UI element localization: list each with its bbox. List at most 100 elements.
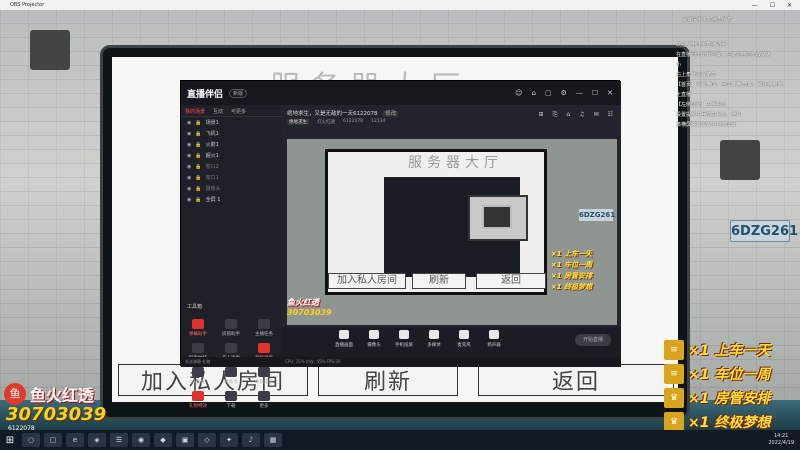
task-item: ♛ ×1 房管安排	[664, 386, 800, 409]
scene-item[interactable]: ◉ 🔒 窗口2	[181, 161, 281, 172]
channel-badge: 鱼 鱼火红透 30703039 6122078	[4, 382, 174, 432]
preview-badge: 鱼火红透 30703039	[287, 297, 332, 317]
phone-cast-button[interactable]: 手机投屏	[391, 330, 417, 348]
eye-icon[interactable]: ◉	[187, 164, 191, 170]
tool-icon	[192, 319, 204, 329]
task-badge-icon: ♛	[664, 411, 684, 432]
taskbar-app-icon[interactable]: ☰	[110, 433, 128, 447]
scene-item[interactable]: ◉ 🔒 窗口1	[181, 172, 281, 183]
taskbar-app-icon[interactable]: ◇	[198, 433, 216, 447]
speaker-button[interactable]: 扬声器	[481, 330, 507, 348]
main-toolbar-icon[interactable]: ⊞	[539, 111, 544, 119]
tool-item[interactable]: 房管助手	[216, 319, 246, 341]
chat-overlay: 欢迎使用斗鱼直播助手 在直播间里所有位置，左键拉伸边框改变大小右上角有设置菜单 【首…	[676, 40, 800, 130]
taskbar-app-icon[interactable]: ◉	[132, 433, 150, 447]
tool-label: 更多	[259, 404, 269, 409]
eye-icon[interactable]: ◉	[187, 131, 191, 137]
eye-icon[interactable]: ◉	[187, 142, 191, 148]
maximize-button[interactable]: ☐	[770, 2, 775, 9]
mic-button[interactable]: 麦克风	[451, 330, 477, 348]
lock-icon[interactable]: 🔒	[195, 164, 201, 170]
taskbar-app-icon[interactable]: ◈	[88, 433, 106, 447]
main-toolbar-icon[interactable]: ☷	[608, 111, 613, 119]
tool-item[interactable]: 更多	[249, 391, 279, 413]
minimize-icon[interactable]: —	[576, 89, 583, 97]
lock-icon[interactable]: 🔒	[195, 142, 201, 148]
main-toolbar-icon[interactable]: ⌂	[566, 111, 570, 119]
taskbar-app-icon[interactable]: ✦	[220, 433, 238, 447]
clock[interactable]: 14:21 2022/4/19	[768, 433, 794, 447]
main-toolbar-icon[interactable]: ✉	[594, 111, 599, 119]
tool-item[interactable]: 点歌台	[183, 367, 213, 389]
screen-capture-button[interactable]: 直播画面	[331, 330, 357, 348]
tool-item[interactable]: 礼物特效	[183, 391, 213, 413]
sidebar-tab[interactable]: 可更多	[227, 105, 250, 116]
task-badge-icon: ≡	[664, 339, 684, 360]
taskbar-app-icon[interactable]: ○	[22, 433, 40, 447]
main-toolbar-icons: ⊞ ⎘ ⌂ ♫ ✉ ☷	[539, 111, 613, 119]
scene-item[interactable]: ◉ 🔒 飞机1	[181, 128, 281, 139]
sidebar-tab[interactable]: 我的场景	[181, 105, 209, 116]
user-icon[interactable]: ☺	[515, 89, 522, 97]
taskbar-app-icon[interactable]: ▦	[264, 433, 282, 447]
camera-button[interactable]: 摄像头	[361, 330, 387, 348]
eye-icon[interactable]: ◉	[187, 197, 191, 203]
lock-icon[interactable]: 🔒	[195, 153, 201, 159]
scene-item[interactable]: ◉ 🔒 超火1	[181, 150, 281, 161]
tool-item[interactable]: 主播任务	[249, 319, 279, 341]
home-icon[interactable]: ⌂	[531, 89, 535, 97]
preview-task: ×1 车位一周	[551, 261, 593, 269]
clock-date: 2022/4/19	[768, 440, 794, 446]
tool-item[interactable]: 弹幕墙	[216, 367, 246, 389]
lock-icon[interactable]: 🔒	[195, 197, 201, 203]
eye-icon[interactable]: ◉	[187, 153, 191, 159]
media-button[interactable]: 多媒体	[421, 330, 447, 348]
lock-icon[interactable]: 🔒	[195, 120, 201, 126]
scene-item[interactable]: ◉ 🔒 摄像头	[181, 183, 281, 194]
window-icon[interactable]: ▢	[545, 89, 552, 97]
media-icon	[429, 330, 439, 339]
tool-item[interactable]: 下载	[216, 391, 246, 413]
start-live-button[interactable]: 开始直播	[575, 334, 611, 346]
close-icon[interactable]: ✕	[607, 89, 613, 97]
eye-icon[interactable]: ◉	[187, 120, 191, 126]
preview-badge-name: 鱼火红透	[287, 298, 319, 307]
close-button[interactable]: ✕	[787, 2, 792, 9]
chat-line: 【左侧屏幕】中手机式	[676, 102, 727, 108]
tool-item[interactable]: 弹幕助手	[183, 319, 213, 341]
lock-icon[interactable]: 🔒	[195, 131, 201, 137]
main-toolbar-icon[interactable]: ♫	[579, 111, 584, 119]
sidebar-tab[interactable]: 互动	[209, 105, 227, 116]
chat-line: 在直播间里所有位置，左键拉伸边框改变大	[676, 52, 772, 58]
taskbar-app-icon[interactable]: ▣	[176, 433, 194, 447]
category-tag[interactable]: 绝地求生	[287, 119, 309, 125]
task-label: ×1 房管安排	[688, 390, 771, 407]
taskbar-app-icon[interactable]: ▢	[44, 433, 62, 447]
scene-item[interactable]: ◉ 🔒 全屏 1	[181, 194, 281, 205]
speaker-icon	[489, 330, 499, 339]
preview-task: ×1 上车一天	[551, 250, 593, 258]
scene-label: 窗口1	[205, 175, 219, 181]
task-item: ≡ ×1 上车一天	[664, 338, 800, 361]
eye-icon[interactable]: ◉	[187, 175, 191, 181]
lock-icon[interactable]: 🔒	[195, 186, 201, 192]
minimize-button[interactable]: —	[752, 2, 758, 9]
camera-icon	[369, 330, 379, 339]
settings-icon[interactable]: ⚙	[561, 89, 567, 97]
eye-icon[interactable]: ◉	[187, 186, 191, 192]
taskbar-icons: ○ ▢ e ◈ ☰ ◉ ◆ ▣ ◇ ✦ ♪ ▦	[20, 433, 284, 447]
main-toolbar-icon[interactable]: ⎘	[553, 111, 558, 119]
taskbar-app-icon[interactable]: ◆	[154, 433, 172, 447]
maximize-icon[interactable]: ☐	[592, 89, 598, 97]
tool-item[interactable]: 数据助手	[249, 367, 279, 389]
taskbar-app-icon[interactable]: ♪	[242, 433, 260, 447]
start-button[interactable]: ⊞	[0, 435, 20, 446]
scene-item[interactable]: ◉ 🔒 场景1	[181, 117, 281, 128]
chat-line: 【首页】设置横屏，竖屏打满/放映，和比赛封面	[676, 82, 783, 88]
scene-item[interactable]: ◉ 🔒 火箭1	[181, 139, 281, 150]
lock-icon[interactable]: 🔒	[195, 175, 201, 181]
windows-taskbar: ⊞ ○ ▢ e ◈ ☰ ◉ ◆ ▣ ◇ ✦ ♪ ▦ 14:21 2022/4/19	[0, 430, 800, 450]
edit-room-button[interactable]: 修改	[383, 111, 399, 117]
taskbar-app-icon[interactable]: e	[66, 433, 84, 447]
version-badge[interactable]: 新版	[229, 88, 248, 98]
